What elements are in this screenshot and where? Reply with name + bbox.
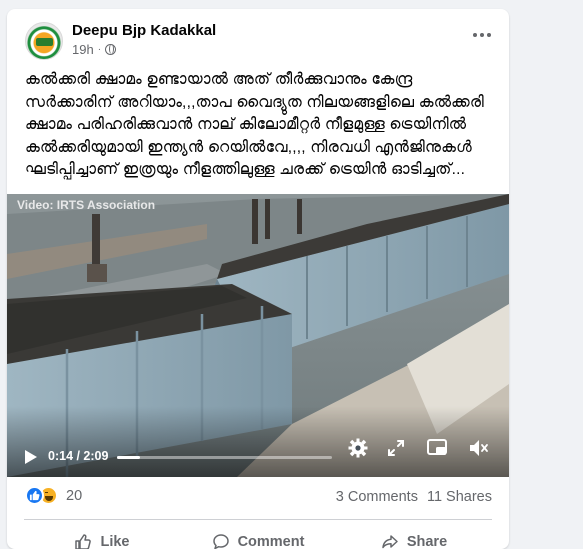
comment-icon (212, 534, 229, 549)
meta-separator: · (97, 44, 102, 55)
post-header: Deepu Bjp Kadakkal 19h · (7, 9, 509, 65)
action-bar: Like Comment Share (24, 521, 492, 549)
settings-gear-icon[interactable] (347, 437, 369, 459)
dot-icon (487, 33, 491, 37)
video-progress-fill (117, 456, 141, 459)
share-button[interactable]: Share (336, 521, 492, 549)
play-icon[interactable] (25, 450, 37, 464)
like-reaction-icon (25, 486, 44, 505)
video-controls: 0:14 / 2:09 (7, 437, 509, 477)
share-icon (382, 535, 398, 549)
post-card: Deepu Bjp Kadakkal 19h · കൽക്കരി ക്ഷാമം … (7, 9, 509, 549)
comments-count[interactable]: 3 Comments (336, 489, 418, 505)
reactions-summary[interactable]: 20 (25, 486, 82, 505)
post-time[interactable]: 19h (72, 42, 94, 57)
like-label: Like (100, 534, 130, 549)
comment-label: Comment (237, 534, 305, 549)
engagement-stats: 3 Comments 11 Shares (336, 489, 492, 505)
video-time: 0:14 / 2:09 (48, 449, 109, 463)
video-credit: Video: IRTS Association (17, 198, 156, 212)
mute-icon[interactable] (468, 437, 490, 459)
more-options-button[interactable] (473, 33, 491, 37)
avatar[interactable] (25, 22, 63, 60)
avatar-logo (36, 38, 53, 46)
video-player[interactable]: Video: IRTS Association 0:14 / 2:09 (7, 194, 509, 477)
comment-button[interactable]: Comment (180, 521, 336, 549)
video-progress-bar[interactable] (117, 456, 332, 459)
fullscreen-icon[interactable] (385, 437, 407, 459)
globe-icon[interactable] (105, 44, 117, 55)
like-button[interactable]: Like (24, 521, 180, 549)
reaction-count[interactable]: 20 (66, 488, 82, 504)
post-meta: 19h · (72, 42, 117, 57)
thumbs-up-icon (75, 534, 92, 549)
video-frame (7, 194, 509, 477)
share-label: Share (406, 534, 448, 549)
picture-in-picture-icon[interactable] (426, 437, 448, 459)
dot-icon (473, 33, 477, 37)
dot-icon (480, 33, 484, 37)
post-text: കൽക്കരി ക്ഷാമം ഉണ്ടായാൽ അത് തീർക്കുവാനും… (25, 71, 484, 178)
author-name[interactable]: Deepu Bjp Kadakkal (72, 22, 216, 39)
divider (24, 519, 492, 520)
shares-count[interactable]: 11 Shares (427, 489, 492, 505)
